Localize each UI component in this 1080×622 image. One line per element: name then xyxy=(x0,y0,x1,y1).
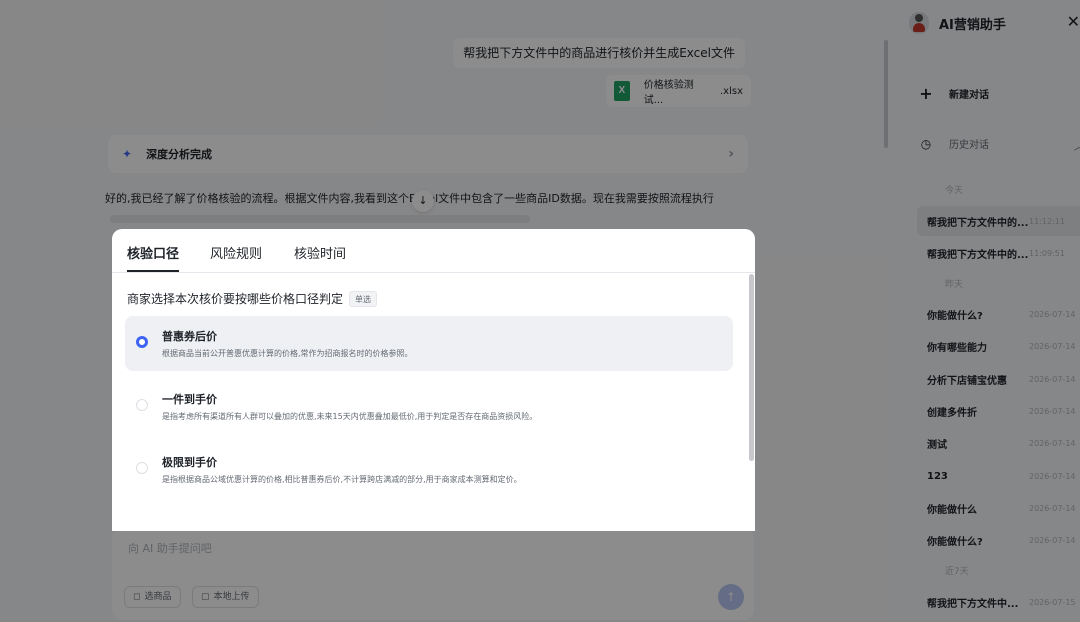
dialog-tabs: 核验口径 风险规则 核验时间 xyxy=(112,229,755,273)
price-check-dialog: 核验口径 风险规则 核验时间 商家选择本次核价要按哪些价格口径判定 单选 普惠券… xyxy=(112,229,755,531)
option-lowest-price[interactable]: 极限到手价 是指根据商品公域优惠计算的价格,相比普惠券后价,不计算跨店满减的部分… xyxy=(125,442,733,497)
tab-risk-rules[interactable]: 风险规则 xyxy=(210,243,262,262)
option-description: 是指考虑所有渠道所有人群可以叠加的优惠,未来15天内优惠叠加最低价,用于判定是否… xyxy=(162,412,538,421)
option-title: 普惠券后价 xyxy=(162,330,217,343)
tab-verification-basis[interactable]: 核验口径 xyxy=(127,243,179,262)
question-row: 商家选择本次核价要按哪些价格口径判定 单选 xyxy=(127,290,378,307)
active-tab-indicator xyxy=(127,270,179,272)
option-coupon-price[interactable]: 普惠券后价 根据商品当前公开普惠优惠计算的价格,常作为招商报名时的价格参照。 xyxy=(125,316,733,371)
option-single-item-price[interactable]: 一件到手价 是指考虑所有渠道所有人群可以叠加的优惠,未来15天内优惠叠加最低价,… xyxy=(125,379,733,434)
tab-verification-time[interactable]: 核验时间 xyxy=(294,243,346,262)
option-description: 根据商品当前公开普惠优惠计算的价格,常作为招商报名时的价格参照。 xyxy=(162,349,413,358)
radio-button[interactable] xyxy=(136,336,148,348)
option-description: 是指根据商品公域优惠计算的价格,相比普惠券后价,不计算跨店满减的部分,用于商家成… xyxy=(162,475,522,484)
question-text: 商家选择本次核价要按哪些价格口径判定 xyxy=(127,292,344,306)
dialog-scrollbar[interactable] xyxy=(749,274,754,461)
single-choice-badge: 单选 xyxy=(349,290,378,307)
option-title: 一件到手价 xyxy=(162,393,217,406)
radio-button[interactable] xyxy=(136,462,148,474)
option-title: 极限到手价 xyxy=(162,456,217,469)
radio-button[interactable] xyxy=(136,399,148,411)
